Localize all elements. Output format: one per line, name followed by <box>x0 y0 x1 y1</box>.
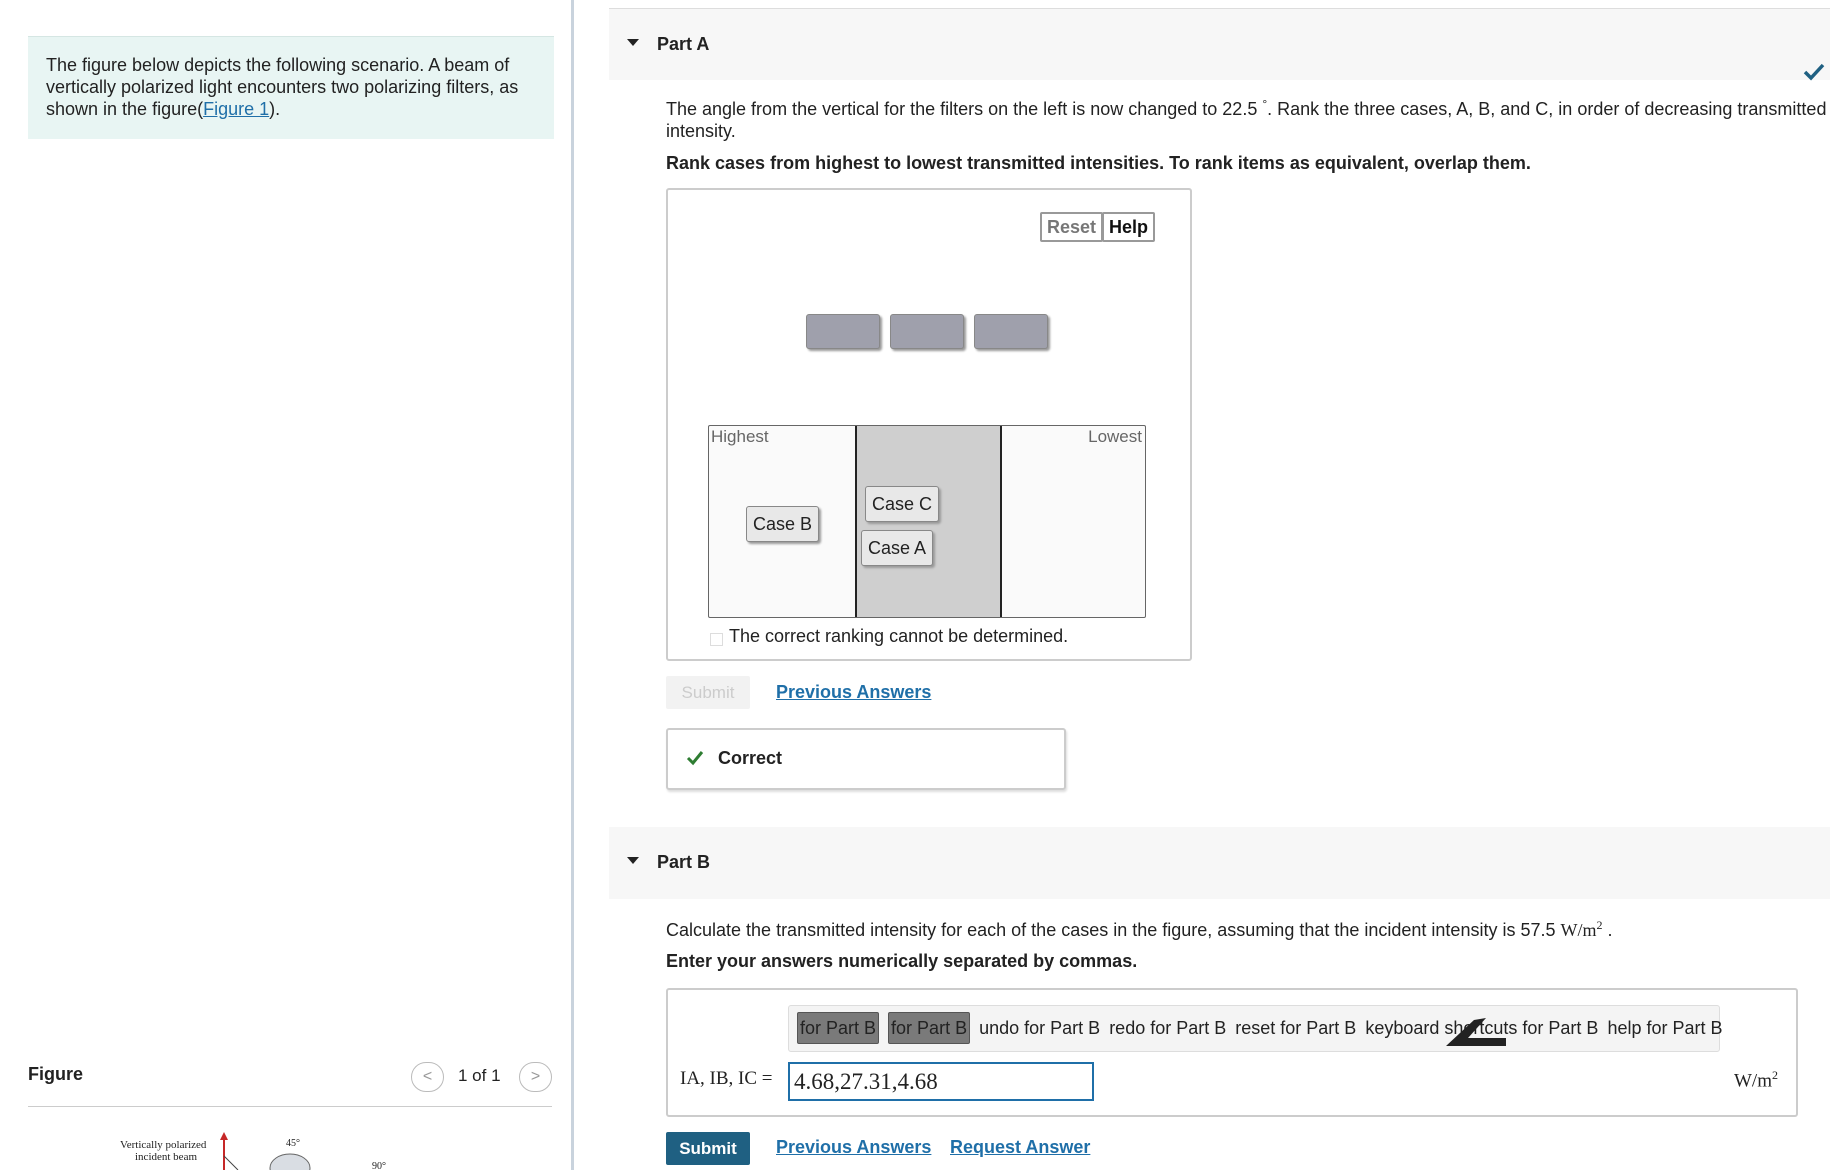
figure-image[interactable]: Vertically polarized incident beam 45° 9… <box>120 1132 420 1170</box>
partA-question-text: The angle from the vertical for the filt… <box>666 99 1258 119</box>
keyboard-icon <box>1446 1018 1506 1046</box>
partB-question-end: . <box>1607 920 1613 940</box>
feedback-box: Correct <box>666 728 1066 790</box>
reset-button[interactable]: Reset <box>1040 212 1104 242</box>
rank-column-2[interactable]: Case C Case A <box>855 426 1002 617</box>
unit-exponent: 2 <box>1596 918 1603 932</box>
feedback-text: Correct <box>718 748 783 768</box>
partB-title: Part B <box>657 852 711 872</box>
toolbar-reset-button[interactable]: reset for Part B <box>1235 1006 1356 1051</box>
help-button[interactable]: Help <box>1102 212 1156 242</box>
toolbar-template-button[interactable]: for Part B <box>797 1012 880 1044</box>
beam-line <box>223 1155 239 1170</box>
partB-question: Calculate the transmitted intensity for … <box>666 914 1826 941</box>
figure-label-line2: incident beam <box>135 1151 197 1163</box>
case-b-tile[interactable]: Case B <box>746 506 820 542</box>
unit-exponent: 2 <box>1772 1068 1778 1082</box>
partB-question-text: Calculate the transmitted intensity for … <box>666 920 1556 940</box>
figure-header: Figure < 1 of 1 > <box>28 1062 552 1107</box>
partA-instruction: Rank cases from highest to lowest transm… <box>666 153 1531 173</box>
toolbar-help-button[interactable]: help for Part B <box>1607 1006 1722 1051</box>
math-toolbar: for Part B for Part B undo for Part B re… <box>788 1005 1723 1052</box>
partB-header[interactable]: Part B <box>609 827 1830 899</box>
left-pane: The figure below depicts the following s… <box>0 0 571 1170</box>
check-icon <box>686 751 704 766</box>
partB-submit-button[interactable]: Submit <box>666 1132 750 1165</box>
lowest-label: Lowest <box>1088 427 1142 446</box>
answer-label: IA, IB, IC = <box>680 1068 773 1089</box>
case-c-tile[interactable]: Case C <box>865 486 940 522</box>
answer-input[interactable] <box>788 1062 1094 1101</box>
toolbar-redo-button[interactable]: redo for Part B <box>1109 1006 1226 1051</box>
partB-question-unit: W/m <box>1560 920 1597 940</box>
cannot-determine-checkbox[interactable] <box>710 633 723 646</box>
intro-text: The figure below depicts the following s… <box>46 55 519 119</box>
intro-text-end: ). <box>269 99 281 119</box>
cannot-determine-label: The correct ranking cannot be determined… <box>729 626 1069 646</box>
partA-title: Part A <box>657 34 710 54</box>
partA-header[interactable]: Part A <box>609 8 1830 80</box>
caret-down-icon <box>627 39 639 46</box>
polarizer-filter <box>269 1153 311 1170</box>
figure-prev-button[interactable]: < <box>411 1062 444 1092</box>
highest-label: Highest <box>711 427 769 446</box>
figure-next-button[interactable]: > <box>519 1062 552 1092</box>
case-a-tile[interactable]: Case A <box>861 530 934 566</box>
request-answer-link[interactable]: Request Answer <box>950 1137 1090 1158</box>
rank-column-1[interactable]: Highest Case B <box>709 426 855 617</box>
ranking-widget: Reset Help Highest Case B Case C Case A … <box>666 188 1192 661</box>
empty-tile-slot[interactable] <box>806 314 880 349</box>
answer-box: for Part B for Part B undo for Part B re… <box>666 988 1798 1117</box>
figure-label-line1: Vertically polarized <box>120 1139 207 1151</box>
toolbar-undo-button[interactable]: undo for Part B <box>979 1006 1100 1051</box>
toolbar-symbol-button[interactable]: for Part B <box>888 1012 971 1044</box>
figure-angle-90: 90° <box>372 1161 386 1170</box>
figure-title: Figure <box>28 1064 84 1084</box>
figure-pager: 1 of 1 <box>458 1066 501 1085</box>
figure-link[interactable]: Figure 1 <box>203 99 269 119</box>
partB-instruction: Enter your answers numerically separated… <box>666 951 1138 971</box>
arrow-head <box>220 1132 228 1140</box>
check-icon <box>1803 63 1825 81</box>
partA-previous-answers-link[interactable]: Previous Answers <box>776 682 931 703</box>
right-pane: Part A The angle from the vertical for t… <box>574 0 1830 1170</box>
partA-submit-button[interactable]: Submit <box>666 676 750 709</box>
partA-question: The angle from the vertical for the filt… <box>666 93 1830 142</box>
unit-text: W/m <box>1734 1070 1772 1092</box>
empty-tile-slot[interactable] <box>890 314 964 349</box>
answer-unit: W/m2 <box>1734 1068 1778 1092</box>
empty-tile-slot[interactable] <box>974 314 1048 349</box>
ranking-area[interactable]: Highest Case B Case C Case A Lowest <box>708 425 1146 618</box>
figure-angle-45: 45° <box>286 1138 300 1149</box>
intro-box: The figure below depicts the following s… <box>28 36 554 139</box>
partB-previous-answers-link[interactable]: Previous Answers <box>776 1137 931 1158</box>
rank-column-3[interactable]: Lowest <box>1002 426 1145 617</box>
caret-down-icon <box>627 857 639 864</box>
